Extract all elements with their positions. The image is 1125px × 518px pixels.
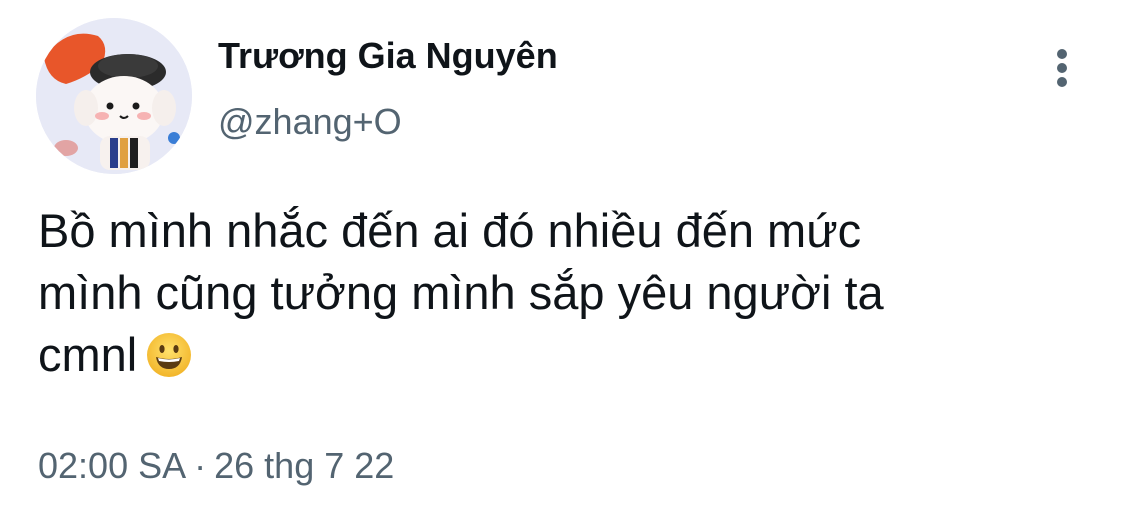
- more-options-button[interactable]: [1040, 46, 1084, 90]
- tweet-time: 02:00 SA: [38, 445, 187, 486]
- chibi-avatar-image: [36, 18, 192, 174]
- tweet-text: Bồ mình nhắc đến ai đó nhiều đến mức mìn…: [38, 200, 1088, 394]
- tweet-date: 26 thg 7 22: [214, 445, 395, 486]
- tweet-text-line: mình cũng tưởng mình sắp yêu người ta: [38, 266, 884, 319]
- meta-separator: ·: [194, 445, 207, 486]
- avatar[interactable]: [36, 18, 192, 174]
- tweet-text-line: cmnl: [38, 328, 138, 381]
- tweet-card: Trương Gia Nguyên @zhang+O Bồ mình nhắc …: [0, 0, 1125, 518]
- tweet-text-line: Bồ mình nhắc đến ai đó nhiều đến mức: [38, 204, 862, 257]
- tweet-timestamp[interactable]: 02:00 SA · 26 thg 7 22: [38, 444, 394, 488]
- author-display-name[interactable]: Trương Gia Nguyên: [218, 34, 558, 78]
- author-handle[interactable]: @zhang+O: [218, 100, 402, 144]
- grinning-face-emoji: [145, 331, 193, 394]
- tweet-text-line-last: cmnl: [38, 324, 1088, 394]
- vertical-ellipsis-icon: [1057, 49, 1067, 87]
